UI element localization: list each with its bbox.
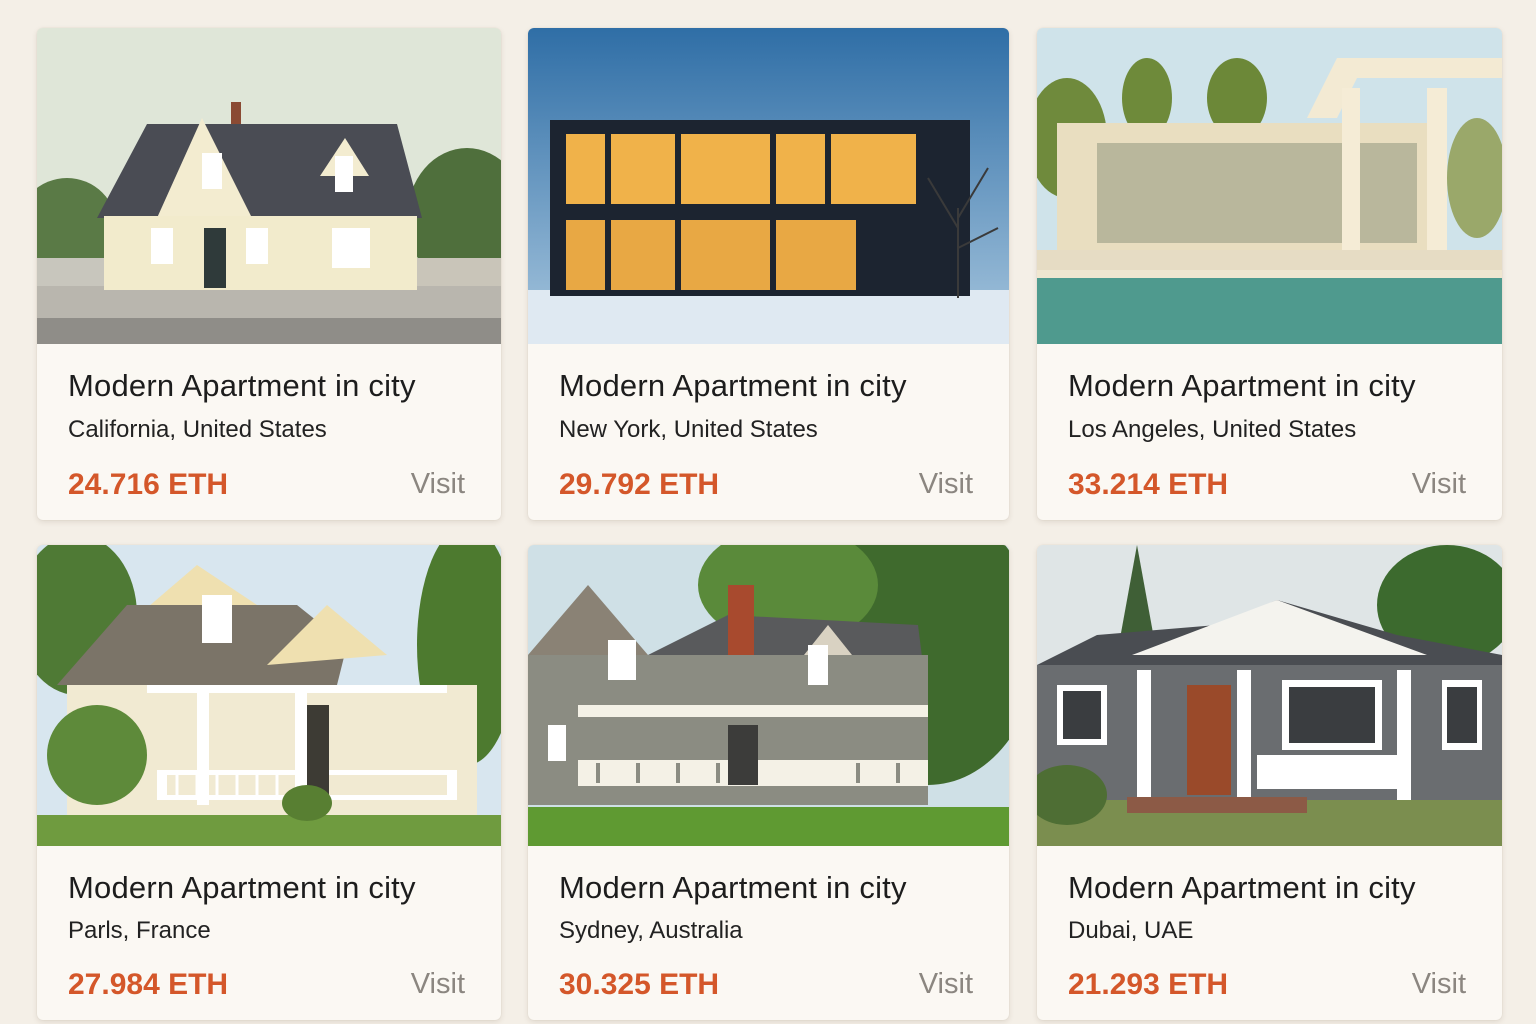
- listing-card[interactable]: Modern Apartment in city California, Uni…: [37, 28, 501, 520]
- listing-title: Modern Apartment in city: [1068, 870, 1416, 905]
- listing-card[interactable]: Modern Apartment in city Sydney, Austral…: [528, 545, 1009, 1020]
- listing-price: 29.792 ETH: [559, 468, 720, 501]
- listing-title: Modern Apartment in city: [68, 368, 416, 403]
- listing-location: Dubai, UAE: [1068, 917, 1194, 944]
- listing-location: California, United States: [68, 416, 327, 443]
- listing-card[interactable]: Modern Apartment in city New York, Unite…: [528, 28, 1009, 520]
- visit-link[interactable]: Visit: [919, 468, 973, 501]
- listing-title: Modern Apartment in city: [559, 368, 907, 403]
- listing-price: 24.716 ETH: [68, 468, 229, 501]
- listing-price: 30.325 ETH: [559, 968, 720, 1001]
- farmhouse-photo[interactable]: [528, 545, 1009, 846]
- listing-title: Modern Apartment in city: [559, 870, 907, 905]
- porch-house-photo[interactable]: [37, 545, 501, 846]
- modern-glass-house-photo[interactable]: [528, 28, 1009, 344]
- listing-location: New York, United States: [559, 416, 818, 443]
- listing-card[interactable]: Modern Apartment in city Los Angeles, Un…: [1037, 28, 1502, 520]
- visit-link[interactable]: Visit: [1412, 468, 1466, 501]
- listing-location: Parls, France: [68, 917, 211, 944]
- listing-price: 21.293 ETH: [1068, 968, 1229, 1001]
- listing-location: Los Angeles, United States: [1068, 416, 1357, 443]
- listing-location: Sydney, Australia: [559, 917, 743, 944]
- listing-title: Modern Apartment in city: [1068, 368, 1416, 403]
- visit-link[interactable]: Visit: [411, 468, 465, 501]
- visit-link[interactable]: Visit: [411, 968, 465, 1001]
- listing-title: Modern Apartment in city: [68, 870, 416, 905]
- listing-card[interactable]: Modern Apartment in city Dubai, UAE 21.2…: [1037, 545, 1502, 1020]
- listing-price: 27.984 ETH: [68, 968, 229, 1001]
- visit-link[interactable]: Visit: [919, 968, 973, 1001]
- listing-price: 33.214 ETH: [1068, 468, 1229, 501]
- pool-villa-photo[interactable]: [1037, 28, 1502, 344]
- listing-card[interactable]: Modern Apartment in city Parls, France 2…: [37, 545, 501, 1020]
- visit-link[interactable]: Visit: [1412, 968, 1466, 1001]
- bungalow-photo[interactable]: [1037, 545, 1502, 846]
- cottage-house-photo[interactable]: [37, 28, 501, 344]
